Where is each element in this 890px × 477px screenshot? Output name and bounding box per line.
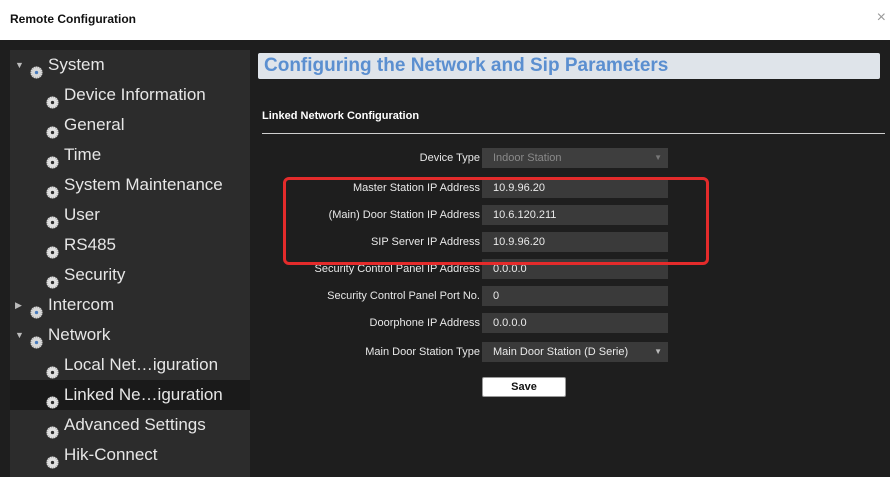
sidebar-item[interactable]: Advanced Settings	[10, 410, 250, 440]
sidebar-item[interactable]: Hik-Connect	[10, 440, 250, 470]
sidebar-item-label: Intercom	[48, 295, 115, 314]
doorphone-ip-label: Doorphone IP Address	[369, 317, 480, 329]
sidebar-item-label: Hik-Connect	[64, 445, 158, 464]
sidebar-item-label: Security	[64, 265, 126, 284]
gear-icon	[46, 449, 59, 469]
doorphone-ip-value: 0.0.0.0	[493, 317, 527, 329]
gear-icon	[46, 389, 59, 409]
section-title: Linked Network Configuration	[262, 110, 420, 122]
sidebar-item-label: Device Information	[64, 85, 206, 104]
chevron-down-icon[interactable]: ▼	[654, 148, 662, 168]
sidebar-item-label: Network	[48, 325, 111, 344]
sidebar-item-label: RS485	[64, 235, 116, 254]
sidebar-item-label: System	[48, 55, 105, 74]
gear-icon	[46, 119, 59, 139]
sidebar-item[interactable]: General	[10, 110, 250, 140]
doorphone-ip-input[interactable]: 0.0.0.0	[482, 313, 668, 333]
window-title: Remote Configuration	[10, 12, 136, 26]
collapse-arrow-icon[interactable]: ▼	[15, 50, 24, 80]
device-type-value: Indoor Station	[493, 152, 562, 164]
title-bar: Remote Configuration ×	[0, 0, 890, 40]
save-button[interactable]: Save	[482, 377, 566, 397]
device-type-select: Indoor Station ▼	[482, 148, 668, 168]
sidebar-item[interactable]: ▼ Network	[10, 320, 250, 350]
device-type-label: Device Type	[419, 152, 480, 164]
sidebar-item[interactable]: ▶ Intercom	[10, 290, 250, 320]
main-door-station-type-select[interactable]: Main Door Station (D Serie) ▼	[482, 342, 668, 362]
gear-icon	[46, 209, 59, 229]
gear-icon	[46, 179, 59, 199]
sidebar-item[interactable]: Device Information	[10, 80, 250, 110]
collapse-arrow-icon[interactable]: ▼	[15, 320, 24, 350]
sidebar-item[interactable]: RS485	[10, 230, 250, 260]
sidebar-item-label: Advanced Settings	[64, 415, 206, 434]
sidebar-item[interactable]: Local Net…iguration	[10, 350, 250, 380]
sidebar-item[interactable]: Time	[10, 140, 250, 170]
page-banner: Configuring the Network and Sip Paramete…	[258, 53, 880, 79]
sidebar-item-label: Linked Ne…iguration	[64, 385, 223, 404]
gear-icon	[46, 419, 59, 439]
sidebar-item[interactable]: Linked Ne…iguration	[10, 380, 250, 410]
sidebar-item[interactable]: User	[10, 200, 250, 230]
sidebar-item-label: User	[64, 205, 100, 224]
page-title: Configuring the Network and Sip Paramete…	[264, 55, 669, 76]
gear-icon	[46, 359, 59, 379]
gear-group-icon	[30, 59, 43, 79]
sidebar-item[interactable]: Security	[10, 260, 250, 290]
section-divider	[262, 133, 885, 134]
gear-icon	[46, 269, 59, 289]
close-icon[interactable]: ×	[877, 10, 886, 26]
chevron-down-icon[interactable]: ▼	[654, 342, 662, 362]
annotation-highlight-box	[283, 177, 709, 265]
config-tree: ▼ System Device Information General Time Syst…	[10, 50, 250, 477]
sidebar-item-label: Time	[64, 145, 102, 164]
sidebar-item-label: General	[64, 115, 125, 134]
main-door-station-type-label: Main Door Station Type	[365, 346, 480, 358]
sidebar-item[interactable]: System Maintenance	[10, 170, 250, 200]
security-panel-port-value: 0	[493, 290, 500, 302]
gear-icon	[46, 239, 59, 259]
security-panel-port-label: Security Control Panel Port No.	[327, 290, 480, 302]
expand-arrow-icon[interactable]: ▶	[15, 290, 22, 320]
gear-group-icon	[30, 329, 43, 349]
sidebar-item-label: Local Net…iguration	[64, 355, 219, 374]
gear-icon	[46, 89, 59, 109]
security-panel-port-input[interactable]: 0	[482, 286, 668, 306]
gear-group-icon	[30, 299, 43, 319]
main-door-station-type-value: Main Door Station (D Serie)	[493, 346, 629, 358]
gear-icon	[46, 149, 59, 169]
sidebar-item-label: System Maintenance	[64, 175, 223, 194]
sidebar-item[interactable]: ▼ System	[10, 50, 250, 80]
